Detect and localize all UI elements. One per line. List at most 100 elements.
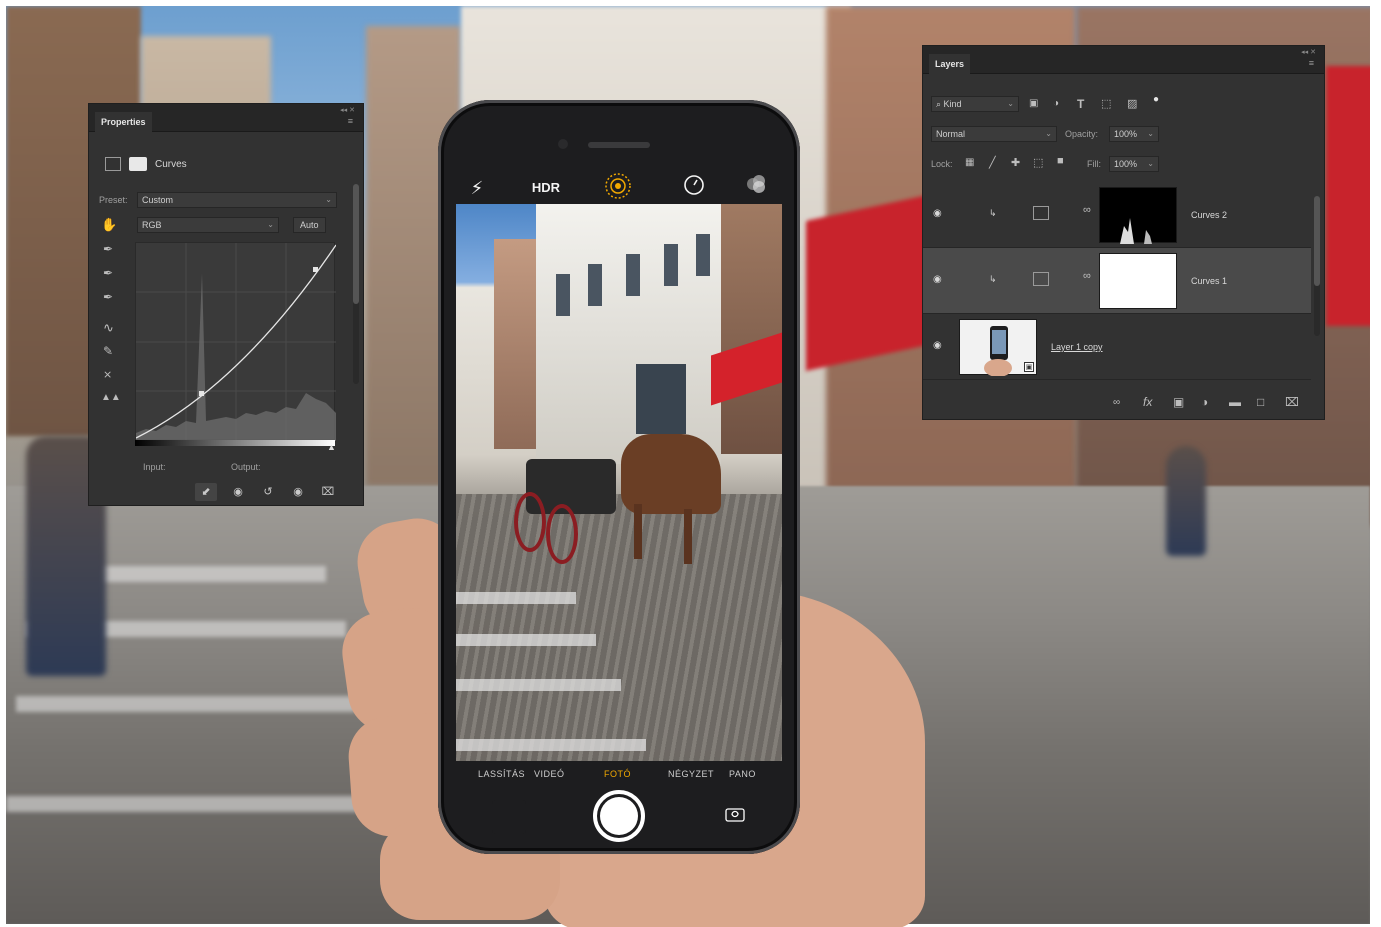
- new-adjustment-icon[interactable]: ◑: [1201, 395, 1208, 409]
- shape-filter-icon[interactable]: ⬚: [1101, 97, 1111, 110]
- filters-icon[interactable]: [740, 172, 772, 204]
- window: [626, 254, 640, 296]
- adjustment-filter-icon[interactable]: ◑: [1053, 98, 1059, 109]
- layer-row[interactable]: ◉ ▣ Layer 1 copy: [923, 314, 1311, 380]
- flash-icon[interactable]: ⚡: [464, 172, 490, 204]
- panel-menu-icon[interactable]: ≡: [1309, 58, 1314, 68]
- hdr-label: HDR: [531, 180, 561, 195]
- new-group-icon[interactable]: ▬: [1229, 395, 1241, 409]
- layer-name[interactable]: Curves 1: [1191, 276, 1227, 286]
- mode-slowmo[interactable]: LASSÍTÁS: [478, 769, 525, 779]
- lock-all-icon[interactable]: ■: [1057, 155, 1064, 167]
- clip-to-layer-icon[interactable]: ⬋: [195, 483, 217, 501]
- black-point-eyedropper-icon[interactable]: ✒: [103, 242, 113, 256]
- smart-object-filter-icon[interactable]: ▨: [1127, 97, 1137, 110]
- lock-artboard-icon[interactable]: ⬚: [1033, 156, 1043, 169]
- chevron-down-icon: ⌄: [267, 220, 274, 229]
- curve-edit-icon[interactable]: ∿: [103, 320, 114, 336]
- eye-icon[interactable]: ◉: [933, 340, 942, 351]
- clip-arrow-icon: ↳: [989, 274, 997, 284]
- type-filter-icon[interactable]: T: [1077, 97, 1084, 111]
- timer-icon[interactable]: [678, 172, 710, 204]
- filter-kind-dropdown[interactable]: ⌕ Kind ⌄: [931, 96, 1019, 112]
- layer-thumbnail[interactable]: ▣: [959, 319, 1037, 377]
- panel-scrollbar[interactable]: [353, 184, 359, 384]
- flip-camera-icon[interactable]: [718, 800, 752, 834]
- targeted-adjustment-icon[interactable]: ✋: [101, 217, 117, 233]
- crosswalk-stripe: [456, 739, 646, 751]
- mode-square[interactable]: NÉGYZET: [668, 769, 714, 779]
- clip-arrow-icon: ↳: [989, 208, 997, 218]
- fx-icon[interactable]: fx: [1143, 395, 1152, 409]
- crosswalk-stripe: [16, 696, 356, 712]
- last-photo-thumbnail[interactable]: [492, 800, 526, 834]
- view-previous-state-icon[interactable]: ◉: [227, 483, 249, 501]
- tab-properties[interactable]: Properties: [95, 112, 152, 132]
- mask-icon[interactable]: [129, 157, 147, 171]
- adjustment-name: Curves: [155, 159, 187, 170]
- mode-photo[interactable]: FOTÓ: [604, 769, 631, 779]
- filter-toggle-icon[interactable]: ●: [1153, 94, 1159, 105]
- preset-dropdown[interactable]: Custom ⌄: [137, 192, 337, 208]
- tab-layers[interactable]: Layers: [929, 54, 971, 74]
- layer-mask-thumbnail[interactable]: [1099, 253, 1177, 309]
- curves-graph[interactable]: [135, 242, 337, 441]
- chevron-down-icon: ⌄: [1147, 129, 1154, 138]
- layer-row[interactable]: ◉ ↳ ∞ Curves 2: [923, 182, 1311, 248]
- eye-icon[interactable]: ◉: [933, 274, 942, 285]
- chevron-down-icon: ⌄: [325, 195, 332, 204]
- pixel-filter-icon[interactable]: ▣: [1029, 98, 1038, 109]
- chevron-down-icon: ⌄: [1045, 129, 1052, 138]
- white-point-eyedropper-icon[interactable]: ✒: [103, 290, 113, 304]
- camera-viewfinder[interactable]: [456, 204, 782, 761]
- auto-button[interactable]: Auto: [293, 217, 326, 233]
- channel-value: RGB: [142, 220, 162, 230]
- live-photo-icon[interactable]: [602, 172, 634, 204]
- mode-video[interactable]: VIDEÓ: [534, 769, 565, 779]
- shop-window: [636, 364, 686, 434]
- window: [556, 274, 570, 316]
- link-icon[interactable]: ∞: [1083, 204, 1091, 216]
- panel-tab-bar: Layers ◂◂ ✕ ≡: [923, 46, 1324, 74]
- layer-name[interactable]: Curves 2: [1191, 210, 1227, 220]
- output-label: Output:: [231, 462, 261, 472]
- properties-footer: ⬋ ◉ ↺ ◉ ⌧: [89, 477, 363, 505]
- lock-transparency-icon[interactable]: ▦: [965, 157, 974, 168]
- new-layer-icon[interactable]: □: [1257, 395, 1264, 409]
- hdr-icon[interactable]: HDR: [526, 172, 566, 204]
- collapse-icon[interactable]: ◂◂ ✕: [1301, 48, 1316, 56]
- fill-field[interactable]: 100% ⌄: [1109, 156, 1159, 172]
- pedestrian: [1166, 446, 1206, 556]
- blend-mode-dropdown[interactable]: Normal ⌄: [931, 126, 1057, 142]
- eye-icon[interactable]: ◉: [933, 208, 942, 219]
- link-layers-icon[interactable]: ∞: [1113, 397, 1120, 408]
- collapse-icon[interactable]: ◂◂ ✕: [340, 106, 355, 114]
- window: [588, 264, 602, 306]
- layer-row-selected[interactable]: ◉ ↳ ∞ Curves 1: [923, 248, 1311, 314]
- input-gradient: [135, 440, 335, 446]
- layer-name[interactable]: Layer 1 copy: [1051, 342, 1103, 352]
- mode-pano[interactable]: PANO: [729, 769, 756, 779]
- layer-mask-thumbnail[interactable]: [1099, 187, 1177, 244]
- link-icon[interactable]: ∞: [1083, 270, 1091, 282]
- channel-dropdown[interactable]: RGB ⌄: [137, 217, 279, 233]
- reset-icon[interactable]: ↺: [257, 483, 279, 501]
- lock-position-icon[interactable]: ✚: [1011, 156, 1020, 169]
- red-awning-far: [1326, 66, 1370, 326]
- search-icon: ⌕: [936, 99, 944, 109]
- smooth-icon[interactable]: ⨯: [103, 368, 112, 381]
- white-slider-icon[interactable]: ▲: [327, 442, 336, 452]
- opacity-field[interactable]: 100% ⌄: [1109, 126, 1159, 142]
- panel-menu-icon[interactable]: ≡: [348, 116, 353, 126]
- panel-scrollbar[interactable]: [1314, 196, 1320, 336]
- eye-icon[interactable]: ◉: [287, 483, 309, 501]
- lock-pixels-icon[interactable]: ╱: [989, 156, 996, 169]
- gray-point-eyedropper-icon[interactable]: ✒: [103, 266, 113, 280]
- clipping-warning-icon[interactable]: ▲▲: [101, 392, 121, 403]
- crosswalk-stripe: [456, 592, 576, 604]
- trash-icon[interactable]: ⌧: [317, 483, 339, 501]
- trash-icon[interactable]: ⌧: [1285, 395, 1299, 409]
- pencil-icon[interactable]: ✎: [103, 344, 113, 358]
- add-mask-icon[interactable]: ▣: [1173, 395, 1184, 409]
- shutter-button[interactable]: [593, 790, 645, 842]
